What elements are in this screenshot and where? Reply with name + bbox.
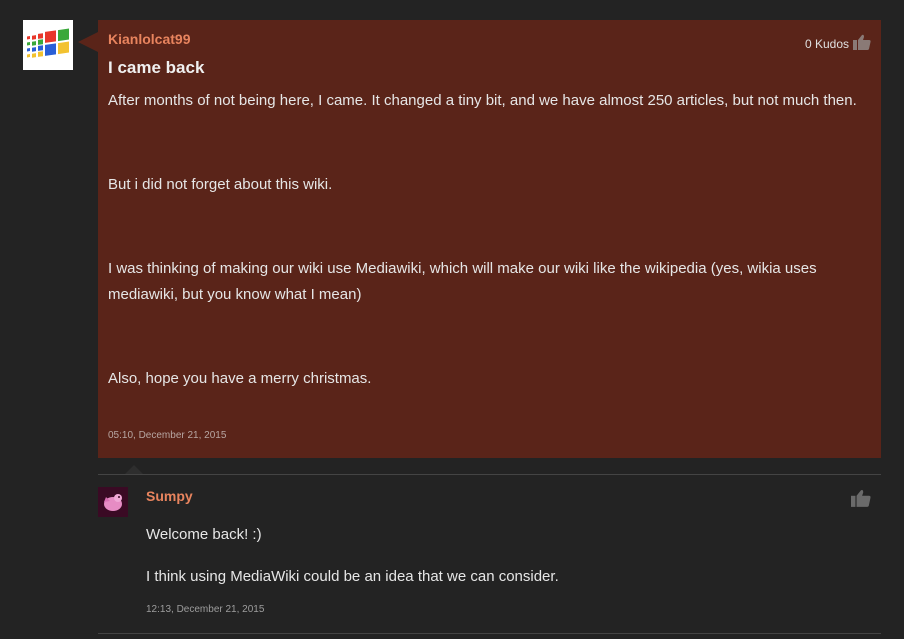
post-timestamp[interactable]: 05:10, December 21, 2015 [108,430,226,441]
windows-logo-icon [27,28,69,58]
post-author-link[interactable]: Kianlolcat99 [108,31,190,47]
post-body: After months of not being here, I came. … [108,88,868,392]
forum-post: Kianlolcat99 0 Kudos I came back After m… [78,20,881,458]
thumbs-up-icon[interactable] [853,34,871,53]
post-paragraph: I was thinking of making our wiki use Me… [108,260,817,303]
author-avatar[interactable] [23,20,73,70]
reply-paragraph: I think using MediaWiki could be an idea… [146,568,559,585]
reply-timestamp[interactable]: 12:13, December 21, 2015 [146,604,264,615]
pink-creature-icon [104,494,122,511]
kudos-count: 0 Kudos [804,36,849,51]
reply-body: Welcome back! :) I think using MediaWiki… [146,524,846,608]
post-paragraph: But i did not forget about this wiki. [108,176,333,193]
post-title: I came back [108,58,205,77]
post-paragraph: Also, hope you have a merry christmas. [108,370,372,387]
divider [98,633,881,634]
reply-author-link[interactable]: Sumpy [146,488,193,504]
divider [98,474,881,475]
reply-paragraph: Welcome back! :) [146,526,262,543]
reply-avatar[interactable] [98,487,128,517]
kudos-area: 0 Kudos [805,34,871,53]
thumbs-up-icon[interactable] [851,489,871,512]
post-paragraph: After months of not being here, I came. … [108,92,857,109]
